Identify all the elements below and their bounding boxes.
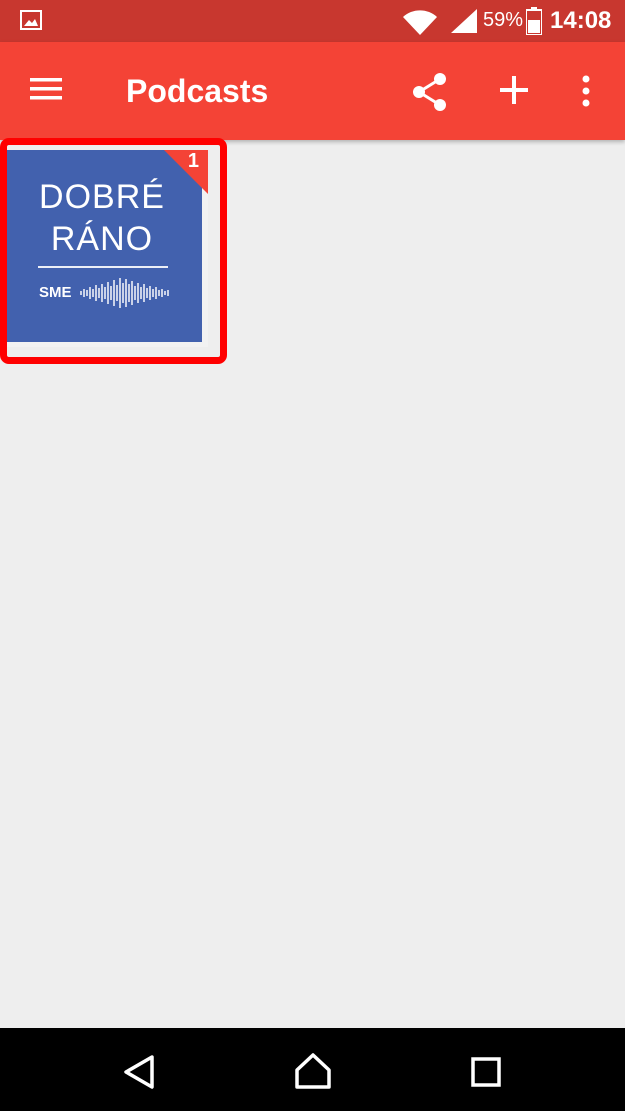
- podcast-tile[interactable]: 1 DOBRÉ RÁNO SME: [7, 150, 208, 347]
- new-episode-count: 1: [187, 150, 199, 172]
- navigation-bar: [0, 1028, 625, 1111]
- podcast-brand: SME: [39, 284, 72, 301]
- podcast-title-line1: DOBRÉ: [39, 178, 165, 216]
- tile-progress-strip: [7, 342, 208, 347]
- gallery-icon: [20, 10, 42, 35]
- podcast-title-line2: RÁNO: [50, 220, 154, 258]
- battery-icon: [525, 7, 543, 40]
- more-vert-icon[interactable]: [578, 74, 594, 113]
- clock: 14:08: [550, 7, 612, 34]
- home-icon[interactable]: [294, 1052, 332, 1095]
- app-bar: Podcasts: [0, 42, 625, 140]
- menu-icon[interactable]: [30, 76, 64, 107]
- wifi-icon: [402, 8, 438, 41]
- sound-wave-icon: [79, 276, 175, 315]
- back-icon[interactable]: [122, 1054, 156, 1095]
- status-bar: 59% 14:08: [0, 0, 625, 42]
- signal-icon: [450, 8, 478, 39]
- cover-divider: [38, 266, 168, 268]
- page-title: Podcasts: [126, 73, 269, 109]
- add-icon[interactable]: [498, 74, 530, 111]
- recents-icon[interactable]: [471, 1057, 503, 1094]
- battery-percent: 59%: [483, 9, 524, 31]
- share-icon[interactable]: [412, 72, 448, 117]
